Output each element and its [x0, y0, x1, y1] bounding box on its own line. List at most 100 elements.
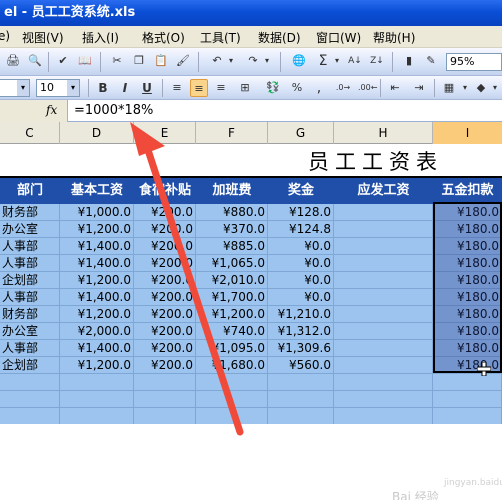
redo-dropdown-icon[interactable]: ▾ [262, 52, 272, 70]
cell-dept[interactable]: 办公室 [0, 323, 60, 340]
cell-base-salary[interactable]: ¥2,000.0 [60, 323, 134, 340]
cell-dept[interactable] [0, 374, 60, 391]
fill-color-icon[interactable]: ◆ [472, 79, 490, 97]
percent-button[interactable]: % [288, 79, 306, 97]
cell-dept[interactable] [0, 408, 60, 425]
column-header-g[interactable]: G [268, 122, 334, 144]
cell-gross-pay[interactable] [334, 357, 433, 374]
underline-button[interactable]: U [138, 79, 156, 97]
cell-base-salary[interactable]: ¥1,400.0 [60, 255, 134, 272]
font-size-select[interactable]: 10 ▾ [36, 79, 80, 97]
cell-dept[interactable]: 办公室 [0, 221, 60, 238]
cell-base-salary[interactable]: ¥1,400.0 [60, 289, 134, 306]
autosum-dropdown-icon[interactable]: ▾ [332, 52, 342, 70]
cell-base-salary[interactable] [60, 408, 134, 425]
cell-bonus[interactable] [268, 391, 334, 408]
cell-dept[interactable]: 人事部 [0, 340, 60, 357]
increase-indent-icon[interactable]: ⇥ [410, 79, 428, 97]
italic-button[interactable]: I [116, 79, 134, 97]
cell-dept[interactable]: 人事部 [0, 289, 60, 306]
cell-meal-allowance[interactable] [134, 374, 196, 391]
drawing-icon[interactable]: ✎ [422, 52, 440, 70]
name-box[interactable] [0, 100, 68, 122]
decrease-decimal-icon[interactable]: .00← [358, 79, 377, 97]
cell-overtime[interactable]: ¥370.0 [196, 221, 268, 238]
cell-base-salary[interactable]: ¥1,200.0 [60, 357, 134, 374]
align-center-icon[interactable]: ≡ [190, 79, 208, 97]
header-bonus[interactable]: 奖金 [268, 178, 334, 204]
menu-view[interactable]: 视图(V) [22, 29, 64, 46]
cell-overtime[interactable]: ¥1,680.0 [196, 357, 268, 374]
column-header-d[interactable]: D [60, 122, 134, 144]
cell-overtime[interactable]: ¥1,095.0 [196, 340, 268, 357]
formula-input[interactable]: =1000*18% [74, 103, 153, 118]
menu-tools[interactable]: 工具(T) [200, 29, 241, 46]
cell-base-salary[interactable]: ¥1,200.0 [60, 272, 134, 289]
column-header-e[interactable]: E [134, 122, 196, 144]
redo-icon[interactable]: ↷ [244, 52, 262, 70]
header-dept[interactable]: 部门 [0, 178, 60, 204]
header-gross-pay[interactable]: 应发工资 [334, 178, 433, 204]
column-header-i[interactable]: I [433, 122, 502, 144]
cell-bonus[interactable]: ¥124.8 [268, 221, 334, 238]
cell-base-salary[interactable]: ¥1,200.0 [60, 306, 134, 323]
header-insurance-deduction[interactable]: 五金扣款 [433, 178, 502, 204]
header-meal-allowance[interactable]: 食宿补贴 [134, 178, 196, 204]
sort-ascending-icon[interactable]: A↓ [346, 52, 364, 70]
align-left-icon[interactable]: ≡ [168, 79, 186, 97]
cell-bonus[interactable]: ¥1,312.0 [268, 323, 334, 340]
borders-dropdown-icon[interactable]: ▾ [460, 79, 470, 97]
cell-overtime[interactable] [196, 391, 268, 408]
menu-format[interactable]: 格式(O) [142, 29, 185, 46]
research-icon[interactable]: 📖 [76, 52, 94, 70]
merge-center-icon[interactable]: ⊞ [236, 79, 254, 97]
menu-window[interactable]: 窗口(W) [316, 29, 361, 46]
fill-color-dropdown-icon[interactable]: ▾ [490, 79, 500, 97]
borders-icon[interactable]: ▦ [440, 79, 458, 97]
cell-meal-allowance[interactable]: ¥200.0 [134, 340, 196, 357]
column-header-c[interactable]: C [0, 122, 60, 144]
cell-bonus[interactable]: ¥0.0 [268, 238, 334, 255]
font-name-select[interactable]: ▾ [0, 79, 30, 97]
column-header-f[interactable]: F [196, 122, 268, 144]
cell-gross-pay[interactable] [334, 374, 433, 391]
cell-dept[interactable]: 人事部 [0, 255, 60, 272]
paste-icon[interactable]: 📋 [152, 52, 170, 70]
cell-insurance-deduction[interactable] [433, 408, 502, 425]
cell-gross-pay[interactable] [334, 204, 433, 221]
cell-gross-pay[interactable] [334, 408, 433, 425]
header-base-salary[interactable]: 基本工资 [60, 178, 134, 204]
cell-dept[interactable]: 财务部 [0, 306, 60, 323]
menu-help[interactable]: 帮助(H) [373, 29, 415, 46]
cell-dept[interactable]: 企划部 [0, 272, 60, 289]
zoom-select[interactable]: 95% [446, 53, 502, 71]
chart-wizard-icon[interactable]: ▮ [400, 52, 418, 70]
cell-base-salary[interactable]: ¥1,200.0 [60, 221, 134, 238]
cell-bonus[interactable]: ¥1,309.6 [268, 340, 334, 357]
cell-bonus[interactable]: ¥1,210.0 [268, 306, 334, 323]
cell-bonus[interactable] [268, 374, 334, 391]
cell-base-salary[interactable] [60, 391, 134, 408]
comma-style-icon[interactable]: , [310, 79, 328, 97]
cell-gross-pay[interactable] [334, 323, 433, 340]
cell-meal-allowance[interactable] [134, 391, 196, 408]
cell-insurance-deduction[interactable] [433, 374, 502, 391]
menu-insert[interactable]: 插入(I) [82, 29, 119, 46]
cell-dept[interactable] [0, 391, 60, 408]
cell-bonus[interactable]: ¥0.0 [268, 289, 334, 306]
cell-gross-pay[interactable] [334, 306, 433, 323]
cut-icon[interactable]: ✂ [108, 52, 126, 70]
undo-dropdown-icon[interactable]: ▾ [226, 52, 236, 70]
cell-gross-pay[interactable] [334, 238, 433, 255]
cell-meal-allowance[interactable]: ¥200.0 [134, 289, 196, 306]
cell-overtime[interactable]: ¥1,200.0 [196, 306, 268, 323]
cell-meal-allowance[interactable]: ¥200.0 [134, 357, 196, 374]
cell-meal-allowance[interactable]: ¥200.0 [134, 238, 196, 255]
cell-overtime[interactable]: ¥1,065.0 [196, 255, 268, 272]
cell-bonus[interactable]: ¥560.0 [268, 357, 334, 374]
menu-edit[interactable]: e) [0, 29, 10, 43]
spelling-icon[interactable]: ✔ [54, 52, 72, 70]
cell-overtime[interactable]: ¥740.0 [196, 323, 268, 340]
sheet-title[interactable]: 员工工资表 [308, 146, 443, 176]
cell-overtime[interactable]: ¥1,700.0 [196, 289, 268, 306]
